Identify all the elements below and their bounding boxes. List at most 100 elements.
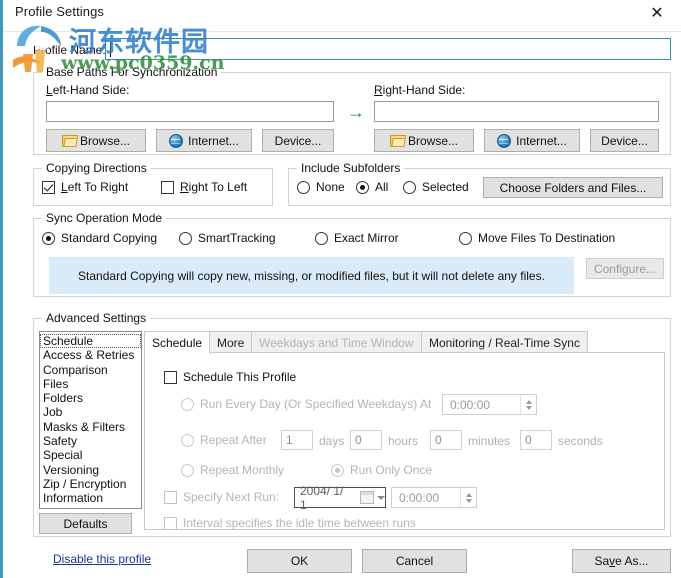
category-item[interactable]: Comparison (40, 363, 141, 377)
title-bar: Profile Settings ✕ (3, 0, 681, 32)
folder-icon (61, 135, 78, 147)
copying-directions-legend: Copying Directions (42, 161, 151, 175)
right-device-button[interactable]: Device... (590, 129, 659, 152)
cancel-button[interactable]: Cancel (362, 549, 467, 573)
left-browse-button[interactable]: Browse... (46, 129, 146, 152)
category-item[interactable]: Safety (40, 434, 141, 448)
run-every-day-radio[interactable]: Run Every Day (Or Specified Weekdays) At (181, 397, 431, 411)
run-every-day-label: Run Every Day (Or Specified Weekdays) At (200, 397, 432, 411)
chevron-down-icon[interactable] (377, 495, 385, 500)
radio-circle (331, 463, 344, 477)
left-device-button[interactable]: Device... (262, 129, 334, 152)
window-title: Profile Settings (15, 4, 105, 19)
left-to-right-checkbox[interactable]: Left To Right (42, 180, 128, 194)
repeat-seconds-input[interactable]: 0 (520, 430, 552, 450)
category-item[interactable]: Information (40, 491, 141, 505)
choose-folders-label: Choose Folders and Files... (499, 180, 647, 195)
subfolders-option-all[interactable]: All (356, 180, 388, 194)
checkbox-box (164, 370, 177, 384)
category-item[interactable]: Zip / Encryption (40, 477, 141, 491)
sync-mode-standard-copying[interactable]: Standard Copying (42, 231, 157, 245)
category-item[interactable]: Versioning (40, 463, 141, 477)
subfolders-option-selected[interactable]: Selected (403, 180, 469, 194)
sync-mode-move-files-label: Move Files To Destination (478, 231, 616, 245)
configure-button[interactable]: Configure... (586, 258, 664, 279)
subfolders-option-none[interactable]: None (297, 180, 345, 194)
close-icon[interactable]: ✕ (637, 0, 677, 28)
sync-operation-mode-legend: Sync Operation Mode (42, 211, 167, 225)
radio-circle (181, 433, 194, 447)
repeat-after-radio[interactable]: Repeat After (181, 433, 267, 447)
interval-idle-checkbox[interactable]: Interval specifies the idle time between… (164, 516, 416, 530)
category-item[interactable]: Folders (40, 391, 141, 405)
direction-arrow-icon: → (347, 102, 365, 122)
advanced-category-list[interactable]: Schedule Access & Retries Comparison Files F… (39, 331, 142, 509)
schedule-this-profile-checkbox[interactable]: Schedule This Profile (164, 370, 296, 384)
category-item[interactable]: Files (40, 377, 141, 391)
tab-weekdays-and-time-window[interactable]: Weekdays and Time Window (251, 331, 422, 353)
run-only-once-radio[interactable]: Run Only Once (331, 463, 432, 477)
text-caret (110, 42, 111, 57)
subfolders-selected-label: Selected (422, 180, 469, 194)
base-paths-group: Base Paths For Synchronization Left-Hand… (33, 65, 671, 155)
left-internet-button[interactable]: Internet... (156, 129, 252, 152)
calendar-icon[interactable] (360, 491, 374, 504)
checkbox-box (42, 180, 55, 194)
next-run-date-field[interactable]: 2004/ 1/ 1 (294, 484, 386, 512)
spinner-up-down-icon[interactable] (460, 488, 476, 507)
right-internet-button[interactable]: Internet... (484, 129, 580, 152)
right-hand-side-label: Right-Hand Side: (374, 83, 466, 97)
repeat-days-input[interactable]: 1 (281, 430, 313, 450)
right-to-left-checkbox[interactable]: Right To Left (161, 180, 247, 194)
schedule-tabstrip: Schedule More Weekdays and Time Window Moni… (144, 331, 665, 354)
defaults-button[interactable]: Defaults (39, 513, 132, 534)
repeat-after-label: Repeat After (200, 433, 267, 447)
category-item[interactable]: Masks & Filters (40, 420, 141, 434)
checkbox-box (164, 490, 177, 504)
repeat-minutes-input[interactable]: 0 (430, 430, 462, 450)
schedule-this-profile-label: Schedule This Profile (183, 370, 297, 384)
ok-label: OK (290, 554, 309, 568)
copying-directions-group: Copying Directions Left To Right Right T… (33, 161, 273, 206)
run-every-day-time-field[interactable]: 0:00:00 (442, 394, 537, 415)
ok-button[interactable]: OK (247, 549, 352, 573)
category-item[interactable]: Job (40, 405, 141, 419)
category-item[interactable]: Access & Retries (40, 348, 141, 362)
title-separator (3, 31, 681, 32)
disable-this-profile-link[interactable]: Disable this profile (53, 552, 151, 566)
repeat-hours-input[interactable]: 0 (350, 430, 382, 450)
tab-more[interactable]: More (209, 331, 253, 353)
left-hand-side-input[interactable] (46, 101, 334, 122)
specify-next-run-checkbox[interactable]: Specify Next Run: (164, 490, 279, 504)
save-as-button[interactable]: Save As... (572, 549, 671, 573)
schedule-tab-panel: Schedule This Profile Run Every Day (Or … (144, 352, 665, 530)
choose-folders-and-files-button[interactable]: Choose Folders and Files... (483, 177, 663, 198)
repeat-minutes-unit: minutes (468, 434, 511, 448)
left-hand-side-label: Left-Hand Side: (46, 83, 130, 97)
radio-circle (42, 231, 55, 245)
checkbox-box (164, 516, 177, 530)
radio-circle (297, 180, 310, 194)
configure-label: Configure... (593, 261, 657, 276)
profile-name-input[interactable] (105, 38, 671, 60)
sync-mode-exact-mirror[interactable]: Exact Mirror (315, 231, 399, 245)
right-hand-side-input[interactable] (374, 101, 659, 122)
right-browse-button[interactable]: Browse... (374, 129, 474, 152)
sync-mode-standard-copying-label: Standard Copying (61, 231, 158, 245)
include-subfolders-group: Include Subfolders None All Selected Cho… (288, 161, 671, 206)
category-item[interactable]: Schedule (40, 334, 141, 349)
left-browse-label: Browse... (79, 133, 130, 148)
tab-monitoring-real-time-sync[interactable]: Monitoring / Real-Time Sync (421, 331, 588, 353)
sync-mode-smarttracking[interactable]: SmartTracking (179, 231, 276, 245)
run-only-once-label: Run Only Once (350, 463, 433, 477)
include-subfolders-legend: Include Subfolders (297, 161, 405, 175)
category-item[interactable]: Special (40, 448, 141, 462)
next-run-time-field[interactable]: 0:00:00 (391, 487, 477, 508)
profile-name-row: Profile Name: (21, 38, 671, 62)
sync-mode-move-files[interactable]: Move Files To Destination (459, 231, 615, 245)
repeat-monthly-radio[interactable]: Repeat Monthly (181, 463, 284, 477)
sync-mode-info-banner: Standard Copying will copy new, missing,… (49, 257, 574, 294)
subfolders-all-label: All (375, 180, 389, 194)
spinner-up-down-icon[interactable] (520, 395, 536, 414)
globe-icon (497, 133, 512, 148)
